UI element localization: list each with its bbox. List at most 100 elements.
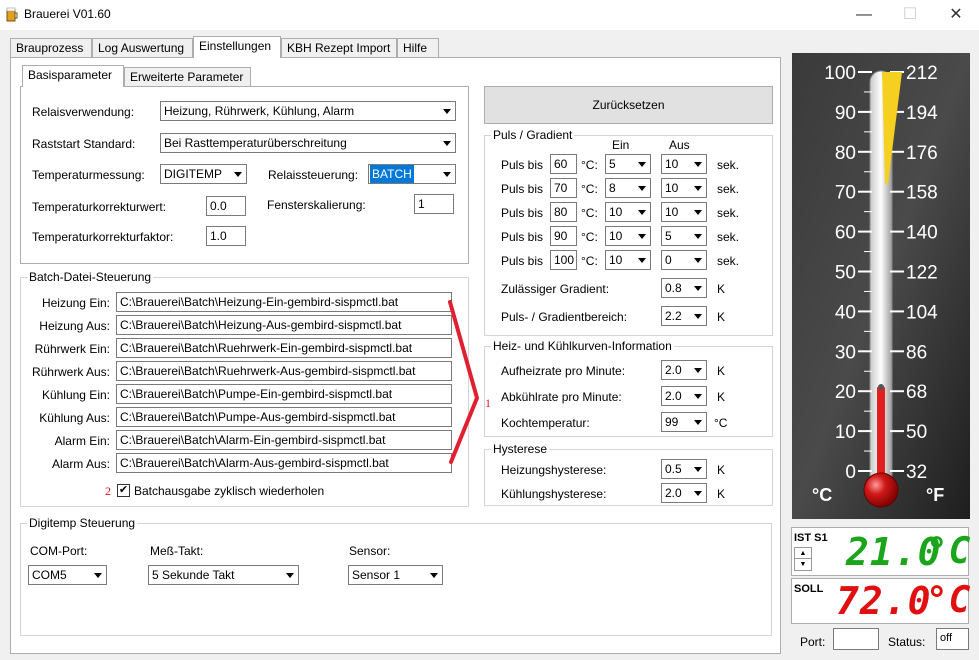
tab-hilfe[interactable]: Hilfe — [397, 38, 439, 58]
puls-aus-select[interactable]: 10 — [661, 178, 707, 198]
soll-label: SOLL — [794, 583, 824, 595]
puls-ein-select[interactable]: 10 — [605, 250, 651, 270]
puls-aus-select[interactable]: 0 — [661, 250, 707, 270]
ist-spinner[interactable]: ▲ ▼ — [794, 547, 812, 571]
tab-brauprozess[interactable]: Brauprozess — [10, 38, 92, 58]
sensor-select[interactable]: Sensor 1 — [348, 565, 443, 585]
spin-up-icon[interactable]: ▲ — [795, 548, 811, 559]
puls-ein-select[interactable]: 10 — [605, 226, 651, 246]
batch-repeat-label: Batchausgabe zyklisch wiederholen — [134, 484, 325, 498]
puls-unit-sek: sek. — [717, 158, 740, 172]
batch-row-label: Rührwerk Ein: — [34, 342, 110, 356]
puls-ein-select[interactable]: 10 — [605, 202, 651, 222]
ist-display: IST S1 ▲ ▼ 21.0 °C — [791, 527, 972, 576]
aufheiz-label: Aufheizrate pro Minute: — [501, 364, 626, 378]
relaissteuer-select[interactable]: BATCH — [368, 164, 456, 184]
heiz-hyst-select[interactable]: 0.5 — [661, 459, 707, 479]
korrfaktor-input[interactable]: 1.0 — [206, 226, 246, 246]
tab-einstellungen[interactable]: Einstellungen — [193, 36, 281, 58]
fahrenheit-tick-label: 140 — [906, 223, 938, 244]
puls-temp-input[interactable]: 70 — [550, 178, 577, 198]
puls-ein-select-value: 10 — [609, 205, 623, 219]
chevron-down-icon — [633, 227, 650, 245]
puls-unit-sek: sek. — [717, 254, 740, 268]
heiz-hyst-label: Heizungshysterese: — [501, 463, 607, 477]
ist-unit: °C — [926, 531, 972, 572]
puls-temp-input[interactable]: 60 — [550, 154, 577, 174]
ein-header: Ein — [612, 138, 630, 152]
celsius-tick-label: 90 — [835, 103, 856, 124]
batch-row-label: Kühlung Aus: — [39, 411, 110, 425]
korrfaktor-label: Temperaturkorrekturfaktor: — [32, 230, 174, 244]
bereich-select[interactable]: 2.2 — [661, 306, 707, 326]
puls-aus-select[interactable]: 10 — [661, 154, 707, 174]
chevron-down-icon — [689, 279, 706, 297]
kuehl-hyst-select[interactable]: 2.0 — [661, 483, 707, 503]
koch-select[interactable]: 99 — [661, 412, 707, 432]
batch-group-title: Batch-Datei-Steuerung — [27, 270, 154, 284]
batch-path-input[interactable]: C:\Brauerei\Batch\Ruehrwerk-Ein-gembird-… — [116, 338, 452, 358]
com-port-select[interactable]: COM5 — [28, 565, 107, 585]
tab-log-auswertung[interactable]: Log Auswertung — [92, 38, 193, 58]
heiz-hyst-unit: K — [717, 463, 726, 477]
batch-path-input[interactable]: C:\Brauerei\Batch\Heizung-Ein-gembird-si… — [116, 292, 452, 312]
relais-select[interactable]: Heizung, Rührwerk, Kühlung, Alarm — [160, 101, 456, 121]
com-port-value: COM5 — [32, 568, 67, 582]
fenster-input[interactable]: 1 — [414, 194, 454, 214]
puls-unit-sek: sek. — [717, 182, 740, 196]
chevron-down-icon — [89, 566, 106, 584]
port-input[interactable] — [833, 628, 879, 650]
chevron-down-icon — [689, 251, 706, 269]
status-label: Status: — [888, 635, 926, 649]
batch-path-input[interactable]: C:\Brauerei\Batch\Alarm-Aus-gembird-sisp… — [116, 453, 452, 473]
puls-ein-select-value: 8 — [609, 181, 616, 195]
soll-value: 72.0 — [836, 579, 932, 623]
subtab-erweiterte-parameter[interactable]: Erweiterte Parameter — [124, 67, 251, 87]
tab-kbh-rezept-import[interactable]: KBH Rezept Import — [281, 38, 397, 58]
batch-path-input[interactable]: C:\Brauerei\Batch\Alarm-Ein-gembird-sisp… — [116, 430, 452, 450]
spin-down-icon[interactable]: ▼ — [795, 559, 811, 570]
raststart-select[interactable]: Bei Rasttemperaturüberschreitung — [160, 133, 456, 153]
puls-aus-select[interactable]: 5 — [661, 226, 707, 246]
soll-unit: °C — [926, 580, 972, 621]
puls-row-label: Puls bis — [501, 254, 544, 268]
raststart-value: Bei Rasttemperaturüberschreitung — [164, 136, 347, 150]
aufheiz-unit: K — [717, 364, 726, 378]
puls-temp-input[interactable]: 80 — [550, 202, 577, 222]
batch-repeat-checkbox[interactable]: ✔ — [117, 484, 130, 497]
batch-row-label: Heizung Aus: — [39, 319, 110, 333]
reset-button[interactable]: Zurücksetzen — [484, 86, 773, 124]
relaissteuer-label: Relaissteuerung: — [268, 168, 359, 182]
batch-path-input[interactable]: C:\Brauerei\Batch\Ruehrwerk-Aus-gembird-… — [116, 361, 452, 381]
puls-group-title: Puls / Gradient — [491, 128, 575, 142]
batch-path-input[interactable]: C:\Brauerei\Batch\Pumpe-Aus-gembird-sisp… — [116, 407, 452, 427]
celsius-tick-label: 40 — [835, 302, 856, 323]
abkuehl-select[interactable]: 2.0 — [661, 386, 707, 406]
bereich-value: 2.2 — [665, 309, 682, 323]
minimize-button[interactable]: — — [841, 0, 887, 30]
thermometer-panel: 100 90 80 70 60 50 40 30 20 10 0 212 194 176 158 140 122… — [792, 53, 970, 519]
puls-ein-select[interactable]: 5 — [605, 154, 651, 174]
annotation-2: 2 — [105, 484, 111, 498]
tempmess-label: Temperaturmessung: — [32, 168, 145, 182]
check-icon: ✔ — [118, 484, 129, 496]
mess-takt-select[interactable]: 5 Sekunde Takt — [148, 565, 299, 585]
fahrenheit-tick-label: 86 — [906, 342, 927, 363]
subtab-basisparameter[interactable]: Basisparameter — [22, 65, 124, 87]
tempmess-select[interactable]: DIGITEMP — [160, 164, 247, 184]
puls-unit-c: °C: — [581, 206, 598, 220]
puls-temp-input[interactable]: 100 — [550, 250, 577, 270]
puls-temp-input[interactable]: 90 — [550, 226, 577, 246]
maximize-button[interactable]: ☐ — [887, 0, 933, 30]
fahrenheit-tick-label: 122 — [906, 263, 938, 284]
batch-path-input[interactable]: C:\Brauerei\Batch\Heizung-Aus-gembird-si… — [116, 315, 452, 335]
puls-ein-select[interactable]: 8 — [605, 178, 651, 198]
gradient-select[interactable]: 0.8 — [661, 278, 707, 298]
batch-path-input[interactable]: C:\Brauerei\Batch\Pumpe-Ein-gembird-sisp… — [116, 384, 452, 404]
close-button[interactable]: ✕ — [933, 0, 979, 30]
puls-row-label: Puls bis — [501, 158, 544, 172]
aufheiz-select[interactable]: 2.0 — [661, 360, 707, 380]
puls-aus-select[interactable]: 10 — [661, 202, 707, 222]
korrwert-input[interactable]: 0.0 — [206, 196, 246, 216]
celsius-tick-label: 50 — [835, 263, 856, 284]
